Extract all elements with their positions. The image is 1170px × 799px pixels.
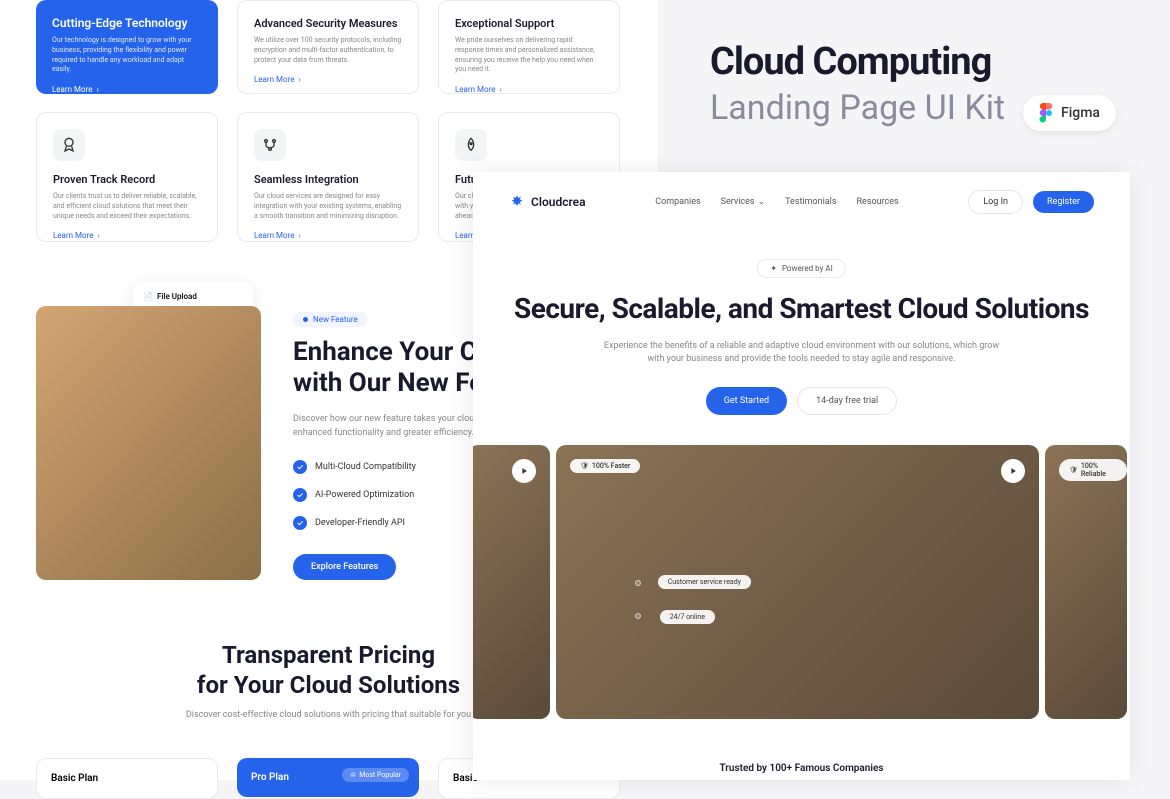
chevron-right-icon: › (96, 85, 98, 94)
learn-more-link[interactable]: Learn More › (53, 231, 201, 240)
plan-card-pro[interactable]: Pro Plan ♔Most Popular (237, 758, 419, 797)
sparkle-icon: ✦ (770, 264, 777, 273)
chevron-right-icon: › (499, 85, 501, 94)
powered-by-ai-badge: ✦Powered by AI (757, 259, 846, 278)
check-icon (293, 516, 307, 530)
badge-icon (53, 129, 85, 161)
explore-features-button[interactable]: Explore Features (293, 554, 396, 580)
free-trial-button[interactable]: 14-day free trial (797, 387, 897, 415)
hero-section: ✦Powered by AI Secure, Scalable, and Sma… (473, 232, 1130, 445)
register-button[interactable]: Register (1033, 191, 1094, 213)
login-button[interactable]: Log In (968, 190, 1023, 214)
feature-card-track-record: Proven Track Record Our clients trust us… (36, 112, 218, 242)
chevron-down-icon: ⌄ (758, 197, 766, 207)
gallery-item-right: 🛡100% Reliable (1045, 445, 1127, 719)
chevron-right-icon: › (298, 231, 300, 240)
faster-badge: 🛡100% Faster (570, 459, 640, 473)
feature-card-integration: Seamless Integration Our cloud services … (237, 112, 419, 242)
plan-name: Basic Plan (51, 773, 203, 784)
nav-link-resources[interactable]: Resources (857, 197, 899, 207)
shield-icon: 🛡 (580, 462, 589, 470)
rocket-icon (455, 129, 487, 161)
file-icon: 📄 (143, 292, 153, 301)
reliable-badge: 🛡100% Reliable (1059, 459, 1127, 481)
nav-link-testimonials[interactable]: Testimonials (785, 197, 836, 207)
connector-dot (635, 613, 641, 619)
upload-title: 📄File Upload (143, 292, 243, 301)
feature-item: Developer-Friendly API (293, 516, 463, 530)
shield-icon: 🛡 (1069, 466, 1078, 474)
card-title: Seamless Integration (254, 173, 402, 186)
customer-service-label: Customer service ready (658, 575, 751, 589)
card-desc: We pride ourselves on delivering rapid r… (455, 36, 603, 75)
nav-link-companies[interactable]: Companies (655, 197, 700, 207)
cloudcrea-logo-icon (509, 194, 525, 210)
card-desc: We utilize over 100 security protocols, … (254, 36, 402, 65)
feature-card-technology: Cutting-Edge Technology Our technology i… (36, 0, 218, 94)
hero-actions: Get Started 14-day free trial (513, 387, 1090, 415)
feature-card-support: Exceptional Support We pride ourselves o… (438, 0, 620, 94)
title-line1: Cloud Computing (710, 40, 1005, 84)
nav-bar: Cloudcrea Companies Services ⌄ Testimoni… (473, 172, 1130, 232)
dot-icon (303, 317, 308, 322)
plan-card-basic[interactable]: Basic Plan (36, 758, 218, 799)
nav-link-services[interactable]: Services ⌄ (721, 197, 765, 207)
feature-hero-image (36, 306, 261, 580)
title-line2: Landing Page UI Kit (710, 88, 1005, 128)
figma-icon (1039, 103, 1053, 123)
image-gallery: 🛡100% Faster Customer service ready 24/7… (473, 445, 1130, 739)
card-desc: Our cloud services are designed for easy… (254, 192, 402, 221)
front-panel: Cloudcrea Companies Services ⌄ Testimoni… (473, 172, 1130, 780)
gallery-item-main: 🛡100% Faster Customer service ready 24/7… (556, 445, 1039, 719)
figma-label: Figma (1061, 105, 1100, 121)
crown-icon: ♔ (350, 771, 356, 779)
new-feature-badge: New Feature (293, 312, 368, 327)
card-title: Exceptional Support (455, 17, 603, 30)
learn-more-link[interactable]: Learn More › (455, 85, 603, 94)
check-icon (293, 488, 307, 502)
nav-actions: Log In Register (968, 190, 1094, 214)
card-title: Advanced Security Measures (254, 17, 402, 30)
play-button[interactable] (1001, 459, 1025, 483)
get-started-button[interactable]: Get Started (706, 387, 787, 415)
online-label: 24/7 online (660, 610, 715, 624)
brand-logo[interactable]: Cloudcrea (509, 194, 586, 210)
card-title: Cutting-Edge Technology (52, 16, 202, 30)
play-button[interactable] (512, 459, 536, 483)
card-desc: Our technology is designed to grow with … (52, 36, 202, 75)
hero-heading: Secure, Scalable, and Smartest Cloud Sol… (513, 292, 1090, 326)
nav-links: Companies Services ⌄ Testimonials Resour… (655, 197, 898, 207)
card-desc: Our clients trust us to deliver reliable… (53, 192, 201, 221)
learn-more-link[interactable]: Learn More › (254, 231, 402, 240)
branch-icon (254, 129, 286, 161)
learn-more-link[interactable]: Learn More › (52, 85, 202, 94)
trusted-by-label: Trusted by 100+ Famous Companies (473, 739, 1130, 798)
check-icon (293, 460, 307, 474)
learn-more-link[interactable]: Learn More › (254, 75, 402, 84)
page-title-block: Cloud Computing Landing Page UI Kit (710, 40, 1005, 128)
feature-item: AI-Powered Optimization (293, 488, 463, 502)
chevron-right-icon: › (97, 231, 99, 240)
connector-dot (635, 580, 641, 586)
feature-item: Multi-Cloud Compatibility (293, 460, 463, 474)
feature-card-security: Advanced Security Measures We utilize ov… (237, 0, 419, 94)
gallery-item-left (473, 445, 550, 719)
figma-badge: Figma (1023, 95, 1116, 131)
chevron-right-icon: › (298, 75, 300, 84)
card-title: Proven Track Record (53, 173, 201, 186)
hero-desc: Experience the benefits of a reliable an… (602, 340, 1002, 367)
